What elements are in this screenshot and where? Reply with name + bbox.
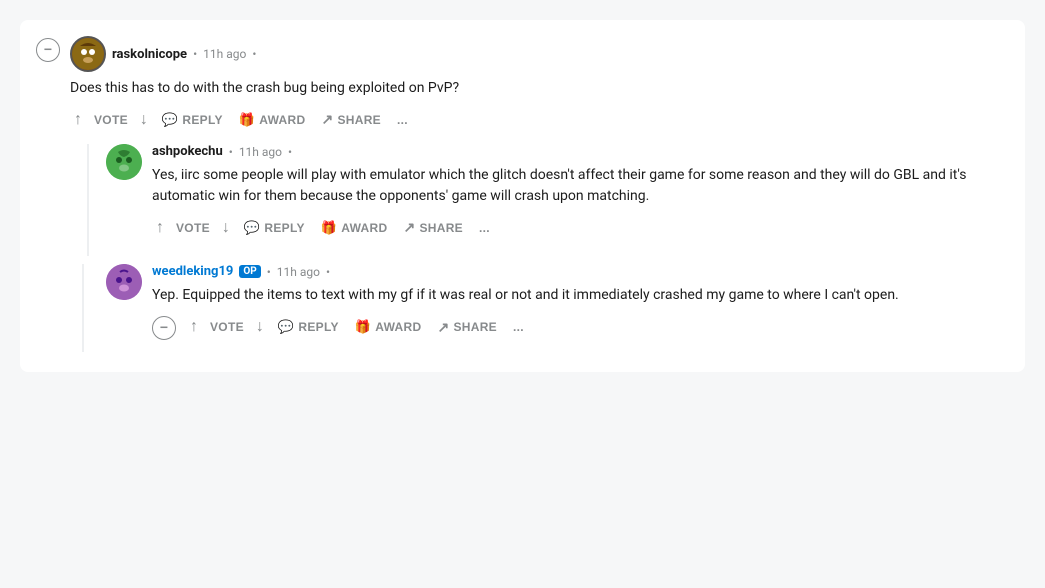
collapse-minus-icon bbox=[44, 41, 52, 59]
op-badge-weedleking19: OP bbox=[239, 265, 260, 278]
vote-label-raskolnicope[interactable]: Vote bbox=[88, 109, 134, 131]
vote-label-weedleking19[interactable]: Vote bbox=[204, 316, 250, 338]
vote-group-weedleking19: Vote bbox=[186, 316, 268, 338]
comment-meta-ashpokechu: ashpokechu • 11h ago • bbox=[152, 144, 1009, 159]
author-raskolnicope: raskolnicope bbox=[112, 47, 187, 62]
share-icon bbox=[437, 319, 449, 336]
award-button-raskolnicope[interactable]: Award bbox=[233, 108, 312, 132]
avatar-raskolnicope bbox=[70, 36, 106, 72]
more-button-ashpokechu[interactable]: ... bbox=[473, 217, 496, 239]
collapse-button-raskolnicope[interactable] bbox=[36, 38, 60, 62]
comment-meta-raskolnicope: raskolnicope • 11h ago • bbox=[70, 36, 1009, 72]
upvote-raskolnicope[interactable] bbox=[70, 109, 86, 131]
nested-content-ashpokechu: ashpokechu • 11h ago • Yes, iirc some pe… bbox=[106, 144, 1009, 256]
reply-icon bbox=[244, 220, 261, 236]
thread-line-weedleking bbox=[82, 264, 84, 352]
time-weedleking19: 11h ago bbox=[277, 265, 320, 279]
downvote-ashpokechu[interactable] bbox=[218, 217, 234, 239]
comment-ashpokechu: ashpokechu • 11h ago • Yes, iirc some pe… bbox=[106, 144, 1009, 252]
more-button-weedleking19[interactable]: ... bbox=[507, 316, 530, 338]
share-icon bbox=[403, 219, 415, 236]
upvote-weedleking19[interactable] bbox=[186, 316, 202, 338]
author-ashpokechu: ashpokechu bbox=[152, 144, 223, 159]
award-icon bbox=[355, 319, 372, 335]
nested-thread-ashpokechu: ashpokechu • 11h ago • Yes, iirc some pe… bbox=[70, 144, 1009, 256]
comment-raskolnicope: raskolnicope • 11h ago • Does this has t… bbox=[36, 36, 1009, 256]
avatar-ashpokechu bbox=[106, 144, 142, 180]
upvote-icon bbox=[74, 111, 82, 128]
share-button-raskolnicope[interactable]: Share bbox=[315, 107, 387, 132]
reply-button-ashpokechu[interactable]: Reply bbox=[238, 216, 311, 240]
comment-meta-weedleking19: weedleking19 OP • 11h ago • bbox=[152, 264, 1009, 279]
more-button-raskolnicope[interactable]: ... bbox=[391, 109, 414, 131]
vote-group-ashpokechu: Vote bbox=[152, 217, 234, 239]
time-raskolnicope: 11h ago bbox=[203, 47, 246, 61]
upvote-icon bbox=[156, 219, 164, 236]
share-button-ashpokechu[interactable]: Share bbox=[397, 215, 469, 240]
comment-weedleking19: weedleking19 OP • 11h ago • Yep. Equippe… bbox=[36, 264, 1009, 352]
downvote-icon bbox=[140, 111, 148, 128]
action-bar-raskolnicope: Vote Reply Award Share ... bbox=[70, 107, 1009, 132]
comment-body-ashpokechu: ashpokechu • 11h ago • Yes, iirc some pe… bbox=[152, 144, 1009, 252]
comment-thread: raskolnicope • 11h ago • Does this has t… bbox=[20, 20, 1025, 372]
author-weedleking19: weedleking19 bbox=[152, 264, 233, 279]
comment-body-raskolnicope: raskolnicope • 11h ago • Does this has t… bbox=[70, 36, 1009, 256]
award-button-ashpokechu[interactable]: Award bbox=[315, 216, 394, 240]
collapse-button-weedleking19[interactable] bbox=[152, 316, 176, 340]
upvote-ashpokechu[interactable] bbox=[152, 217, 168, 239]
vote-label-ashpokechu[interactable]: Vote bbox=[170, 217, 216, 239]
action-bar-weedleking19: Vote Reply Award Share ... bbox=[152, 314, 1009, 340]
reply-button-raskolnicope[interactable]: Reply bbox=[156, 108, 229, 132]
award-icon bbox=[321, 220, 338, 236]
time-ashpokechu: 11h ago bbox=[239, 145, 282, 159]
vote-group-raskolnicope: Vote bbox=[70, 109, 152, 131]
comment-text-raskolnicope: Does this has to do with the crash bug b… bbox=[70, 78, 1009, 99]
reply-icon bbox=[162, 112, 179, 128]
action-bar-ashpokechu: Vote Reply Award bbox=[152, 215, 1009, 240]
upvote-icon bbox=[190, 318, 198, 335]
share-button-weedleking19[interactable]: Share bbox=[431, 315, 503, 340]
downvote-raskolnicope[interactable] bbox=[136, 109, 152, 131]
share-icon bbox=[321, 111, 333, 128]
reply-icon bbox=[278, 319, 295, 335]
comment-text-weedleking19: Yep. Equipped the items to text with my … bbox=[152, 285, 1009, 306]
comment-body-weedleking19: weedleking19 OP • 11h ago • Yep. Equippe… bbox=[152, 264, 1009, 352]
thread-line-ashpokechu bbox=[87, 144, 89, 256]
downvote-weedleking19[interactable] bbox=[252, 316, 268, 338]
award-icon bbox=[239, 112, 256, 128]
collapse-minus-icon bbox=[160, 319, 168, 337]
comment-text-ashpokechu: Yes, iirc some people will play with emu… bbox=[152, 165, 1009, 207]
avatar-weedleking19 bbox=[106, 264, 142, 300]
reply-button-weedleking19[interactable]: Reply bbox=[272, 315, 345, 339]
award-button-weedleking19[interactable]: Award bbox=[349, 315, 428, 339]
downvote-icon bbox=[256, 318, 264, 335]
downvote-icon bbox=[222, 219, 230, 236]
